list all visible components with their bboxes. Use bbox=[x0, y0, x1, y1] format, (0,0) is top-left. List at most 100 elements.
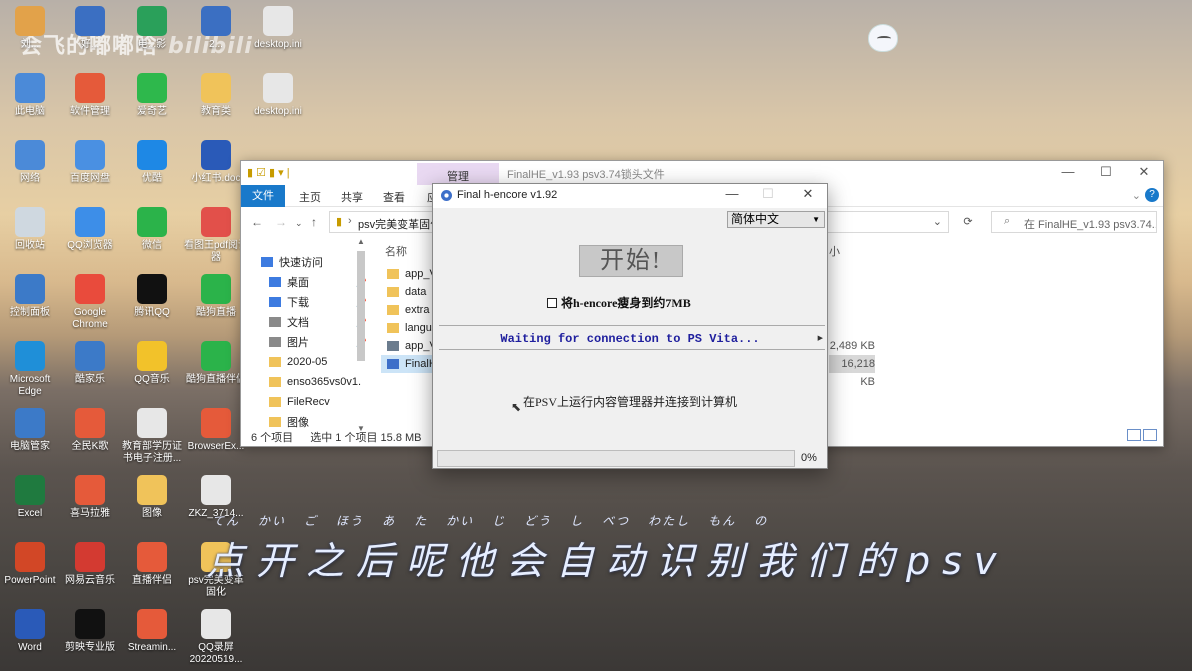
nav-item[interactable]: 快速访问 bbox=[261, 253, 369, 271]
desktop-icon[interactable]: PowerPoint bbox=[0, 542, 62, 587]
start-button[interactable]: 开始! bbox=[579, 245, 683, 277]
desktop-icon[interactable]: 小红书.doc bbox=[184, 140, 248, 185]
desktop-icon[interactable]: 优酷 bbox=[120, 140, 184, 185]
search-input[interactable]: ⌕ 在 FinalHE_v1.93 psv3.74... bbox=[991, 211, 1157, 233]
desktop-icon[interactable]: 剪映专业版 bbox=[58, 609, 122, 654]
desktop-icon[interactable]: 软件管理 bbox=[58, 73, 122, 118]
subtitle-ruby: てん かい ご ほう あ た かい じ どう し べつ わたし もん の bbox=[212, 512, 972, 529]
dropdown-arrow-icon: ▼ bbox=[812, 215, 820, 224]
dialog-minimize-button[interactable]: — bbox=[715, 186, 749, 201]
desktop-icon-label: 2... bbox=[209, 39, 223, 50]
desktop-icon[interactable]: 好... bbox=[58, 6, 122, 51]
dialog-maximize-button[interactable]: ☐ bbox=[751, 186, 785, 202]
shrink-checkbox[interactable] bbox=[547, 297, 557, 308]
desktop-icon[interactable]: QQ浏览器 bbox=[58, 207, 122, 252]
desktop-icon[interactable]: 教育部学历证书电子注册... bbox=[120, 408, 184, 465]
close-button[interactable]: ✕ bbox=[1125, 161, 1163, 185]
help-icon[interactable]: ? bbox=[1145, 188, 1159, 202]
recent-chevron-icon[interactable]: ⌄ bbox=[295, 218, 303, 229]
app-icon bbox=[75, 542, 105, 572]
explorer-titlebar: ▮ ☑ ▮ ▾ | 管理 FinalHE_v1.93 psv3.74锁头文件 —… bbox=[241, 161, 1163, 185]
desktop-icon[interactable]: 喜马拉雅 bbox=[58, 475, 122, 520]
tab-manage[interactable]: 管理 bbox=[417, 163, 499, 185]
ruby-text: もん bbox=[708, 514, 737, 528]
desktop-icon-label: 微信 bbox=[142, 240, 162, 251]
desktop-icon[interactable]: 腾讯QQ bbox=[120, 274, 184, 319]
app-icon bbox=[15, 274, 45, 304]
desktop-icon-label: 优酷 bbox=[142, 173, 162, 184]
nav-scrollbar[interactable]: ▲ ▼ bbox=[355, 237, 367, 433]
up-arrow-icon[interactable]: ↑ bbox=[311, 215, 317, 229]
nav-item-label: 桌面 bbox=[287, 277, 309, 289]
desktop-icon[interactable]: 直播伴侣 bbox=[120, 542, 184, 587]
ruby-text: かい bbox=[258, 514, 287, 528]
desktop-icon[interactable]: 酷狗直播 bbox=[184, 274, 248, 319]
desktop-icon[interactable]: 网络 bbox=[0, 140, 62, 185]
desktop-icon[interactable]: Word bbox=[0, 609, 62, 654]
desktop-icon[interactable]: Streamin... bbox=[120, 609, 184, 654]
desktop-icon[interactable]: Excel bbox=[0, 475, 62, 520]
desktop-icon[interactable]: 网易云音乐 bbox=[58, 542, 122, 587]
quick-access-toolbar-icon[interactable]: ▮ ☑ ▮ ▾ | bbox=[247, 166, 290, 179]
minimize-button[interactable]: — bbox=[1049, 161, 1087, 185]
desktop-icon-label: BrowserEx... bbox=[187, 441, 245, 452]
desktop-icon[interactable]: QQ录屏20220519... bbox=[184, 609, 248, 666]
back-arrow-icon[interactable]: ← bbox=[251, 215, 263, 229]
details-view-icon[interactable] bbox=[1127, 429, 1141, 441]
forward-arrow-icon[interactable]: → bbox=[275, 215, 287, 229]
file-icon bbox=[387, 359, 399, 369]
address-path: psv完美变革固化 bbox=[358, 219, 442, 231]
language-select[interactable]: 简体中文 ▼ bbox=[727, 211, 825, 228]
desktop-icon[interactable]: Microsoft Edge bbox=[0, 341, 62, 398]
desktop-icon[interactable]: 回收站 bbox=[0, 207, 62, 252]
desktop-icon[interactable]: desktop.ini bbox=[246, 6, 310, 51]
desktop-icon[interactable]: desktop.ini bbox=[246, 73, 310, 118]
desktop-icon[interactable]: 电脑管家 bbox=[0, 408, 62, 453]
desktop-icon[interactable]: 微信 bbox=[120, 207, 184, 252]
nav-item-label: enso365vs0v1. bbox=[287, 376, 361, 388]
maximize-button[interactable]: ☐ bbox=[1087, 161, 1125, 185]
app-icon bbox=[15, 542, 45, 572]
column-header-size[interactable]: 小 bbox=[829, 243, 840, 259]
desktop-icon[interactable]: 控制面板 bbox=[0, 274, 62, 319]
column-header-name[interactable]: 名称 bbox=[385, 243, 407, 259]
ruby-text: どう bbox=[524, 514, 553, 528]
desktop-icon[interactable]: 2... bbox=[184, 6, 248, 51]
tab-view[interactable]: 查看 bbox=[383, 189, 405, 205]
desktop-icon[interactable]: 教育类 bbox=[184, 73, 248, 118]
refresh-icon[interactable]: ⟳ bbox=[957, 211, 979, 233]
desktop-icon[interactable]: Google Chrome bbox=[58, 274, 122, 331]
desktop-icon[interactable]: 图像 bbox=[120, 475, 184, 520]
ruby-text: べつ bbox=[602, 514, 631, 528]
app-icon bbox=[137, 140, 167, 170]
tab-file[interactable]: 文件 bbox=[241, 185, 285, 207]
desktop-icon[interactable]: 此电脑 bbox=[0, 73, 62, 118]
desktop-icon[interactable]: 看图王pdf阅读器 bbox=[184, 207, 248, 264]
scroll-up-icon[interactable]: ▲ bbox=[357, 237, 365, 246]
desktop-icon-label: QQ录屏20220519... bbox=[189, 642, 243, 665]
desktop-icon[interactable]: 电...影 bbox=[120, 6, 184, 51]
desktop-icon[interactable]: 酷家乐 bbox=[58, 341, 122, 386]
app-icon bbox=[75, 140, 105, 170]
address-dropdown-icon[interactable]: ⌄ bbox=[933, 215, 942, 228]
desktop-icon[interactable]: 爱奇艺 bbox=[120, 73, 184, 118]
file-icon bbox=[387, 305, 399, 315]
large-icons-view-icon[interactable] bbox=[1143, 429, 1157, 441]
desktop-icon[interactable]: QQ音乐 bbox=[120, 341, 184, 386]
tab-home[interactable]: 主页 bbox=[299, 189, 321, 205]
shrink-option[interactable]: 将h-encore瘦身到约7MB bbox=[547, 294, 691, 311]
desktop-icon[interactable]: 全民K歌 bbox=[58, 408, 122, 453]
dialog-close-button[interactable]: ✕ bbox=[791, 186, 825, 202]
desktop-icon[interactable]: 酷狗直播伴侣 bbox=[184, 341, 248, 386]
desktop-icon-label: 直播伴侣 bbox=[132, 575, 172, 586]
desktop-icon[interactable]: 百度网盘 bbox=[58, 140, 122, 185]
desktop-icon-label: 百度网盘 bbox=[70, 173, 110, 184]
search-placeholder: 在 FinalHE_v1.93 psv3.74... bbox=[1024, 219, 1157, 231]
ruby-text: ご bbox=[304, 514, 319, 528]
desktop-icon[interactable]: 刘... bbox=[0, 6, 62, 51]
scrollbar-thumb[interactable] bbox=[357, 251, 365, 361]
expand-arrow-icon[interactable]: ▶ bbox=[818, 334, 823, 342]
desktop-icon[interactable]: BrowserEx... bbox=[184, 408, 248, 453]
chevron-down-icon[interactable]: ⌄ bbox=[1132, 189, 1141, 202]
tab-share[interactable]: 共享 bbox=[341, 189, 363, 205]
